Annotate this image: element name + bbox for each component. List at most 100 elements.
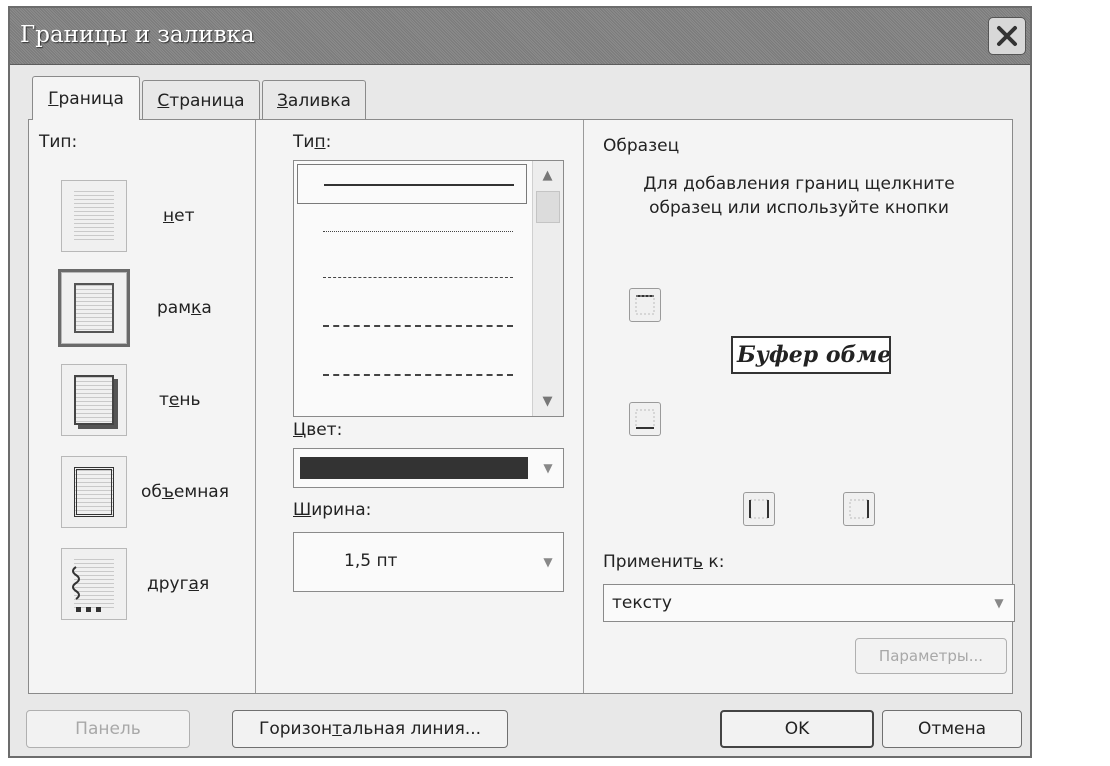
style-label-pre: Ти [293, 132, 315, 152]
setting-box-pre: рам [157, 298, 192, 318]
top-border-button[interactable] [629, 288, 661, 322]
width-label: Ширина: [293, 500, 371, 520]
setting-none-mnemonic: н [163, 206, 175, 226]
chevron-down-icon[interactable]: ▼ [534, 534, 562, 590]
preview-hint-line1: Для добавления границ щелкните [643, 174, 955, 194]
setting-custom-post: я [198, 574, 210, 594]
line-style-dashed[interactable] [323, 325, 513, 327]
line-style-dash-dot[interactable] [323, 374, 513, 376]
width-label-rest: ирина: [311, 500, 372, 520]
page-glyph [74, 467, 114, 517]
scroll-thumb[interactable] [536, 191, 560, 223]
setting-3d-pre: об [141, 482, 162, 502]
setting-none-label: нет [163, 206, 195, 226]
custom-border-glyph [72, 566, 101, 612]
custom-border-icon[interactable] [61, 548, 127, 620]
right-border-icon [849, 499, 869, 519]
setting-box-mnemonic: к [191, 298, 202, 318]
style-label-mnemonic: п [314, 132, 326, 152]
setting-box-label: рамка [157, 298, 212, 318]
horizontal-line-button[interactable]: Горизон т альная линия... [232, 710, 508, 748]
tab-border[interactable]: Граница [32, 76, 140, 120]
divider-left [255, 120, 256, 693]
bottom-border-icon [635, 409, 655, 429]
preview-sample[interactable]: Буфер обме [731, 336, 891, 374]
close-button[interactable] [988, 17, 1026, 55]
apply-to-dropdown[interactable]: тексту ▼ [603, 584, 1015, 622]
line-style-list[interactable]: ▲ ▼ [293, 160, 564, 417]
preview-label: Образец [603, 136, 680, 156]
tab-page-border[interactable]: Страница [142, 80, 260, 120]
top-border-icon [635, 295, 655, 315]
setting-none-post: ет [174, 206, 195, 226]
cancel-button[interactable]: Отмена [882, 710, 1022, 748]
3d-border-icon[interactable] [61, 456, 127, 528]
borders-and-shading-dialog: Границы и заливка Граница Страница Залив… [8, 6, 1032, 758]
bottom-border-button[interactable] [629, 402, 661, 436]
right-border-button[interactable] [843, 492, 875, 526]
apply-to-label: Применить к: [603, 552, 724, 572]
no-border-icon[interactable] [61, 180, 127, 252]
left-border-button[interactable] [743, 492, 775, 526]
horizontal-line-post: альная линия... [342, 719, 482, 739]
tab-shading-mnemonic: З [277, 90, 288, 111]
title-bar[interactable]: Границы и заливка [10, 8, 1030, 65]
line-style-dotted[interactable] [323, 231, 513, 232]
style-label-post: : [325, 132, 332, 152]
apply-to-value: тексту [612, 593, 672, 613]
line-style-solid [324, 184, 514, 186]
apply-to-mnemonic: ь [692, 552, 704, 572]
setting-custom-pre: друг [147, 574, 189, 594]
style-label: Тип: [293, 132, 331, 152]
page-glyph [74, 375, 114, 425]
shadow-border-icon[interactable] [61, 364, 127, 436]
preview-hint: Для добавления границ щелкните образец и… [599, 172, 999, 220]
setting-shadow-mnemonic: е [168, 390, 180, 410]
border-tab-panel: Тип: нет рамка тень объемная другая Тип:… [28, 119, 1015, 694]
chevron-down-icon[interactable]: ▼ [985, 586, 1013, 620]
page-glyph [74, 191, 114, 241]
scroll-down-icon[interactable]: ▼ [535, 389, 560, 414]
line-style-dashed-fine[interactable] [323, 277, 513, 278]
tab-page-label: траница [169, 90, 245, 111]
setting-3d-post: емная [173, 482, 229, 502]
horizontal-line-pre: Горизон [258, 719, 333, 739]
setting-shadow-label: тень [159, 390, 201, 410]
options-button[interactable]: Параметры... [855, 638, 1007, 674]
setting-shadow-pre: т [159, 390, 169, 410]
setting-shadow-post: нь [179, 390, 201, 410]
color-label-rest: вет: [306, 420, 343, 440]
apply-to-post: к: [703, 552, 725, 572]
color-label-mnemonic: Ц [293, 420, 307, 440]
line-style-scrollbar[interactable]: ▲ ▼ [532, 161, 563, 416]
width-value: 1,5 пт [344, 551, 398, 571]
dialog-title: Границы и заливка [20, 22, 255, 48]
tab-border-label: раница [58, 88, 124, 109]
page-glyph [74, 283, 114, 333]
setting-label: Тип: [39, 132, 78, 152]
tab-shading-label: аливка [287, 90, 351, 111]
setting-3d-mnemonic: ъ [161, 482, 174, 502]
setting-box-post: а [201, 298, 212, 318]
horizontal-line-mnemonic: т [332, 719, 343, 739]
color-dropdown[interactable]: ▼ [293, 448, 564, 488]
show-toolbar-button[interactable]: Панель [26, 710, 190, 748]
box-border-icon[interactable] [58, 269, 130, 347]
preview-hint-line2: образец или используйте кнопки [649, 198, 949, 218]
width-dropdown[interactable]: 1,5 пт ▼ [293, 532, 564, 592]
tab-shading[interactable]: Заливка [262, 80, 366, 120]
close-icon [997, 26, 1017, 46]
color-label: Цвет: [293, 420, 342, 440]
line-style-selected[interactable] [297, 164, 527, 204]
scroll-up-icon[interactable]: ▲ [535, 163, 560, 188]
tab-border-mnemonic: Г [48, 88, 59, 109]
chevron-down-icon[interactable]: ▼ [534, 450, 562, 486]
color-swatch [300, 457, 528, 479]
setting-custom-label: другая [147, 574, 209, 594]
setting-3d-label: объемная [141, 482, 229, 502]
width-label-mnemonic: Ш [293, 500, 312, 520]
left-border-icon [749, 499, 769, 519]
ok-button[interactable]: OK [720, 710, 874, 748]
apply-to-pre: Применит [603, 552, 693, 572]
setting-custom-mnemonic: а [188, 574, 199, 594]
